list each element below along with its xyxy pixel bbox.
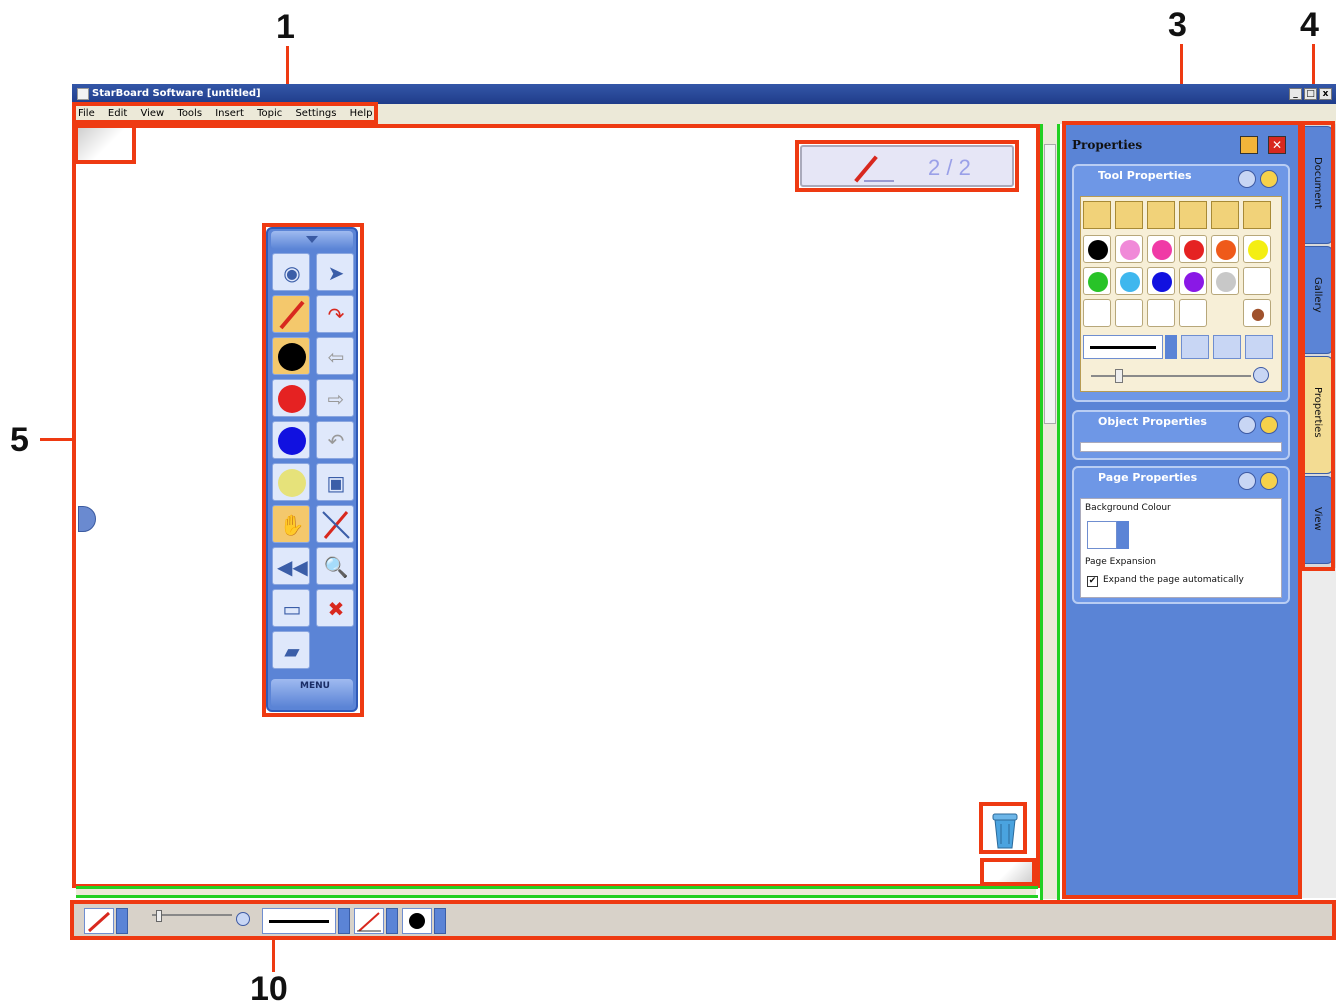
callout-box-menubar: [72, 102, 378, 124]
callout-box-bottom-toolbar: [70, 900, 1336, 940]
callout-10: 10: [250, 970, 288, 1008]
title-bar: StarBoard Software [untitled] _ □ x: [72, 84, 1336, 104]
window-title: StarBoard Software [untitled]: [92, 88, 261, 99]
callout-box-trash: [979, 802, 1027, 854]
leader-10: [272, 938, 275, 972]
leader-5: [40, 438, 76, 441]
callout-box-floating-toolbar: [262, 223, 364, 717]
starboard-screenshot: 1 3 4 5 6 7 9 2 2 8 6 10 StarBoard Softw…: [0, 0, 1336, 1008]
scrollbar-highlight-right: [1057, 124, 1060, 900]
minimize-button[interactable]: _: [1289, 88, 1302, 100]
callout-box-side-tabs: [1301, 121, 1335, 571]
maximize-button[interactable]: □: [1304, 88, 1317, 100]
callout-1: 1: [276, 8, 295, 46]
callout-box-page-curl-bottom: [980, 858, 1036, 886]
callout-box-properties: [1062, 121, 1302, 899]
callout-3: 3: [1168, 6, 1187, 44]
scrollbar-highlight-left: [1040, 124, 1043, 900]
callout-box-canvas: [72, 124, 1040, 888]
hscroll-highlight-bottom: [76, 895, 1038, 898]
app-icon: [77, 88, 89, 100]
callout-4: 4: [1300, 6, 1319, 44]
hscroll-highlight-top: [76, 886, 1038, 889]
side-tabs-background: [1302, 568, 1336, 898]
close-window-button[interactable]: x: [1319, 88, 1332, 100]
callout-box-page-indicator: [795, 140, 1019, 192]
callout-box-page-curl-top: [74, 124, 136, 164]
vertical-scroll-thumb[interactable]: [1044, 144, 1056, 424]
callout-5: 5: [10, 421, 29, 459]
